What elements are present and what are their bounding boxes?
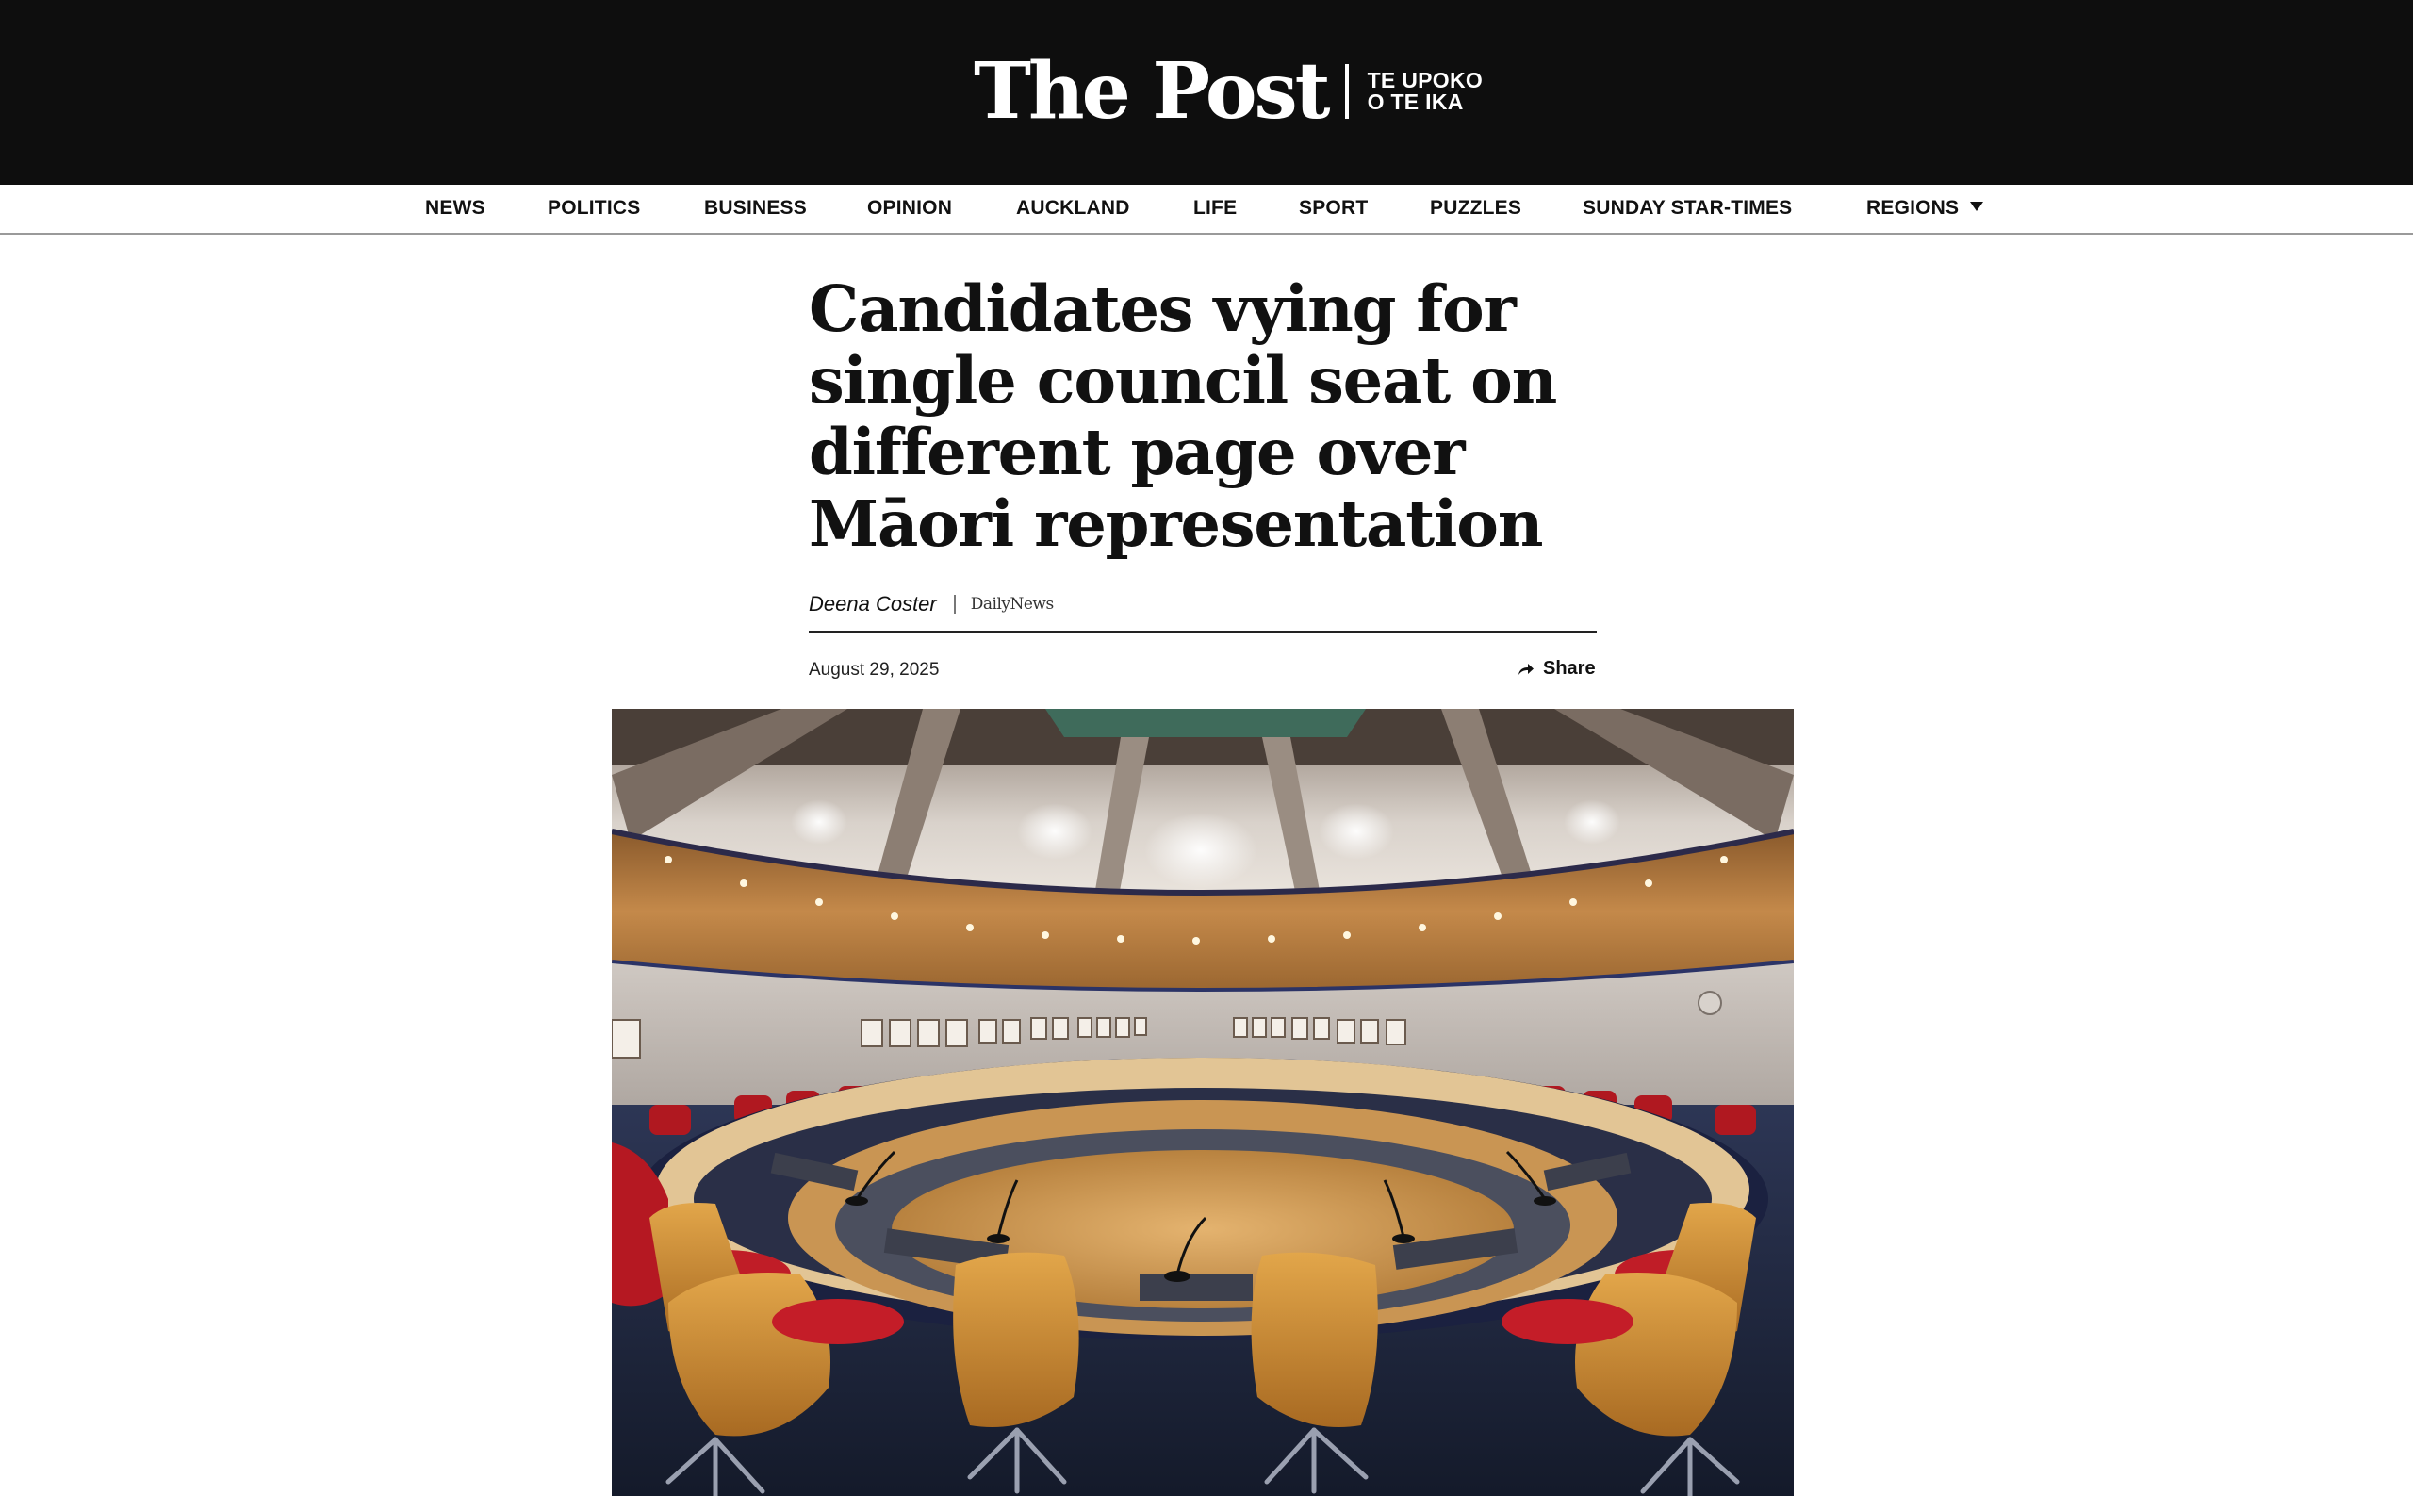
share-button[interactable]: Share	[1518, 658, 1596, 680]
byline-divider	[953, 595, 956, 614]
logo-subtitle-line2: O TE IKA	[1367, 90, 1464, 114]
nav-item-politics[interactable]: POLITICS	[548, 197, 640, 220]
nav-item-regions-label: REGIONS	[1866, 197, 1960, 219]
main-nav: NEWS POLITICS BUSINESS OPINION AUCKLAND …	[0, 185, 2413, 235]
site-logo[interactable]: The Post TE UPOKO O TE IKA	[974, 49, 1483, 134]
logo-wordmark: The Post	[974, 46, 1331, 137]
nav-item-auckland[interactable]: AUCKLAND	[1016, 197, 1130, 220]
nav-item-life[interactable]: LIFE	[1193, 197, 1237, 220]
article-headline: Candidates vying for single council seat…	[809, 271, 1557, 561]
nav-item-sport[interactable]: SPORT	[1299, 197, 1368, 220]
logo-subtitle-line1: TE UPOKO	[1367, 68, 1484, 92]
council-chamber-photo	[612, 709, 1794, 1496]
hero-image	[612, 709, 1794, 1496]
nav-item-opinion[interactable]: OPINION	[867, 197, 952, 220]
nav-item-business[interactable]: BUSINESS	[704, 197, 807, 220]
nav-item-puzzles[interactable]: PUZZLES	[1430, 197, 1521, 220]
source-logo: DailyNews	[970, 595, 1054, 614]
share-arrow-icon	[1518, 663, 1534, 675]
nav-item-regions[interactable]: REGIONS	[1866, 197, 1984, 220]
publish-date: August 29, 2025	[809, 660, 940, 680]
nav-item-sunday-star-times[interactable]: SUNDAY STAR-TIMES	[1583, 197, 1792, 220]
caret-down-icon	[1970, 202, 1984, 211]
logo-divider	[1344, 64, 1349, 119]
logo-subtitle: TE UPOKO O TE IKA	[1368, 70, 1484, 113]
author-link[interactable]: Deena Coster	[809, 592, 937, 616]
masthead: The Post TE UPOKO O TE IKA	[0, 0, 2413, 185]
byline: Deena Coster DailyNews	[809, 590, 1054, 618]
byline-rule	[809, 631, 1597, 633]
nav-item-news[interactable]: NEWS	[425, 197, 485, 220]
share-label: Share	[1543, 658, 1596, 679]
